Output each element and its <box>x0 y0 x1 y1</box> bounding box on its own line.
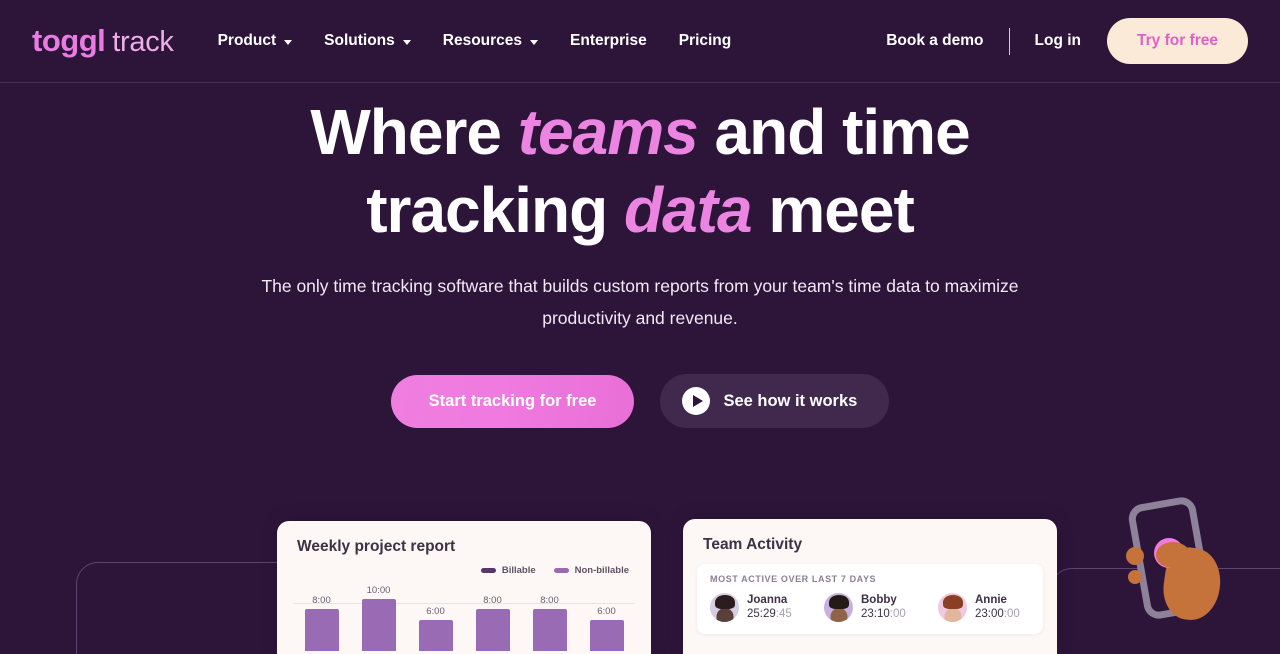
bar-column: 8:00 <box>526 583 574 651</box>
bar-value-label: 8:00 <box>540 595 559 606</box>
chart-bars: 8:00 10:00 6:00 8:00 8:00 6:00 <box>293 583 635 651</box>
legend-swatch-billable <box>480 568 496 573</box>
bar-value-label: 8:00 <box>312 595 331 606</box>
see-how-it-works-label: See how it works <box>723 391 858 410</box>
bar-column: 6:00 <box>583 583 631 651</box>
try-for-free-button[interactable]: Try for free <box>1107 18 1248 64</box>
top-navigation-bar: toggl track Product Solutions Resources … <box>0 0 1280 83</box>
weekly-report-title: Weekly project report <box>297 538 456 555</box>
member-time: 25:29:45 <box>747 608 792 620</box>
nav-item-product-label: Product <box>217 32 277 49</box>
nav-item-resources-label: Resources <box>442 32 523 49</box>
member-name: Bobby <box>861 594 897 606</box>
bar <box>361 599 396 651</box>
list-item[interactable]: Annie 23:00:00 <box>938 593 1030 622</box>
member-info: Annie 23:00:00 <box>975 593 1020 622</box>
nav-actions: Book a demo Log in Try for free <box>882 18 1248 64</box>
hero-cta-row: Start tracking for free See how it works <box>0 374 1280 428</box>
hero-subtitle: The only time tracking software that bui… <box>261 276 1019 328</box>
bar <box>589 620 624 651</box>
nav-item-resources[interactable]: Resources <box>427 22 554 60</box>
bar-value-label: 10:00 <box>366 585 391 596</box>
knuckle-shape <box>1128 570 1142 584</box>
login-link[interactable]: Log in <box>1031 22 1086 60</box>
nav-item-product[interactable]: Product <box>202 22 309 60</box>
toggl-track-logo[interactable]: toggl track <box>32 23 174 59</box>
hero-title-text-d: meet <box>751 174 914 246</box>
thumb-shape <box>1156 542 1190 568</box>
hero-title-text-b: and time <box>697 96 971 168</box>
team-activity-card: Team Activity MOST ACTIVE OVER LAST 7 DA… <box>683 519 1057 654</box>
bar-column: 8:00 <box>469 583 517 651</box>
start-tracking-button[interactable]: Start tracking for free <box>390 374 635 428</box>
nav-item-enterprise[interactable]: Enterprise <box>554 22 663 60</box>
see-how-it-works-button[interactable]: See how it works <box>660 374 890 428</box>
bar <box>304 609 339 651</box>
list-item[interactable]: Joanna 25:29:45 <box>710 593 802 622</box>
bar-value-label: 6:00 <box>426 606 445 617</box>
member-time: 23:00:00 <box>975 608 1020 620</box>
hero-title-emphasis-teams: teams <box>517 96 699 168</box>
nav-item-pricing-label: Pricing <box>678 32 732 49</box>
hero-title-line1: Where teams and time <box>310 96 971 168</box>
logo-track-text: track <box>112 26 174 58</box>
play-icon <box>682 387 711 415</box>
legend-label-non-billable: Non-billable <box>574 565 629 576</box>
nav-item-enterprise-label: Enterprise <box>570 32 647 49</box>
nav-links: Product Solutions Resources Enterprise P… <box>202 22 748 60</box>
bar-column: 6:00 <box>412 583 460 651</box>
weekly-project-report-card: Weekly project report Billable Non-billa… <box>277 521 651 654</box>
weekly-report-bar-chart: 8:00 10:00 6:00 8:00 8:00 6:00 <box>293 583 635 651</box>
most-active-caption: MOST ACTIVE OVER LAST 7 DAYS <box>710 574 877 584</box>
member-name: Annie <box>975 594 1007 606</box>
legend-swatch-non-billable <box>553 568 569 573</box>
member-list: Joanna 25:29:45 Bobby 23:10:00 Annie 23:00:00 <box>710 593 1030 622</box>
bar <box>418 620 453 651</box>
nav-item-pricing[interactable]: Pricing <box>663 22 748 60</box>
nav-divider <box>1008 27 1010 55</box>
nav-item-solutions-label: Solutions <box>324 32 395 49</box>
member-name: Joanna <box>747 594 788 606</box>
avatar <box>710 593 739 622</box>
nav-item-solutions[interactable]: Solutions <box>308 22 427 60</box>
hero-title-emphasis-data: data <box>623 174 753 246</box>
book-demo-link[interactable]: Book a demo <box>882 22 987 60</box>
bar <box>532 609 567 651</box>
bar-value-label: 8:00 <box>483 595 502 606</box>
chevron-down-icon <box>284 39 293 45</box>
team-activity-title: Team Activity <box>703 536 803 553</box>
avatar <box>938 593 967 622</box>
legend-label-billable: Billable <box>501 565 536 576</box>
chevron-down-icon <box>530 39 539 45</box>
bar-value-label: 6:00 <box>597 606 616 617</box>
landing-page: toggl track Product Solutions Resources … <box>0 0 1280 654</box>
avatar <box>824 593 853 622</box>
legend-item-billable: Billable <box>480 565 536 576</box>
chevron-down-icon <box>402 39 411 45</box>
bar-column: 8:00 <box>298 583 346 651</box>
page-title: Where teams and time tracking data meet <box>0 93 1280 249</box>
knuckle-shape <box>1126 547 1144 565</box>
member-info: Joanna 25:29:45 <box>747 593 792 622</box>
list-item[interactable]: Bobby 23:10:00 <box>824 593 916 622</box>
member-time: 23:10:00 <box>861 608 906 620</box>
bar-column: 10:00 <box>355 583 403 651</box>
logo-toggl-text: toggl <box>32 23 106 58</box>
most-active-panel: MOST ACTIVE OVER LAST 7 DAYS Joanna 25:29… <box>697 564 1043 634</box>
hero-section: Where teams and time tracking data meet … <box>0 83 1280 428</box>
hero-title-text-c: tracking <box>366 174 624 246</box>
legend-item-non-billable: Non-billable <box>553 565 629 576</box>
bar <box>475 609 510 651</box>
hero-title-line2: tracking data meet <box>366 174 915 246</box>
hero-title-text-a: Where <box>310 96 518 168</box>
chart-legend: Billable Non-billable <box>277 556 651 576</box>
member-info: Bobby 23:10:00 <box>861 593 906 622</box>
